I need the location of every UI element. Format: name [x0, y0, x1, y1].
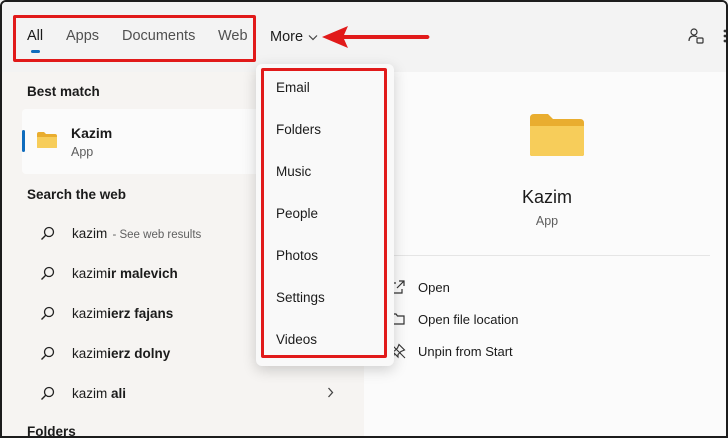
preview-title: Kazim — [521, 187, 572, 207]
filter-bar: All Apps Documents Web More — [2, 2, 726, 72]
annotation-box-tabs — [13, 15, 256, 62]
section-search-web: Search the web — [27, 187, 127, 202]
web-result-text: kazimierz fajans — [72, 305, 174, 321]
menu-item-email[interactable]: Email — [276, 80, 310, 95]
search-icon — [41, 306, 55, 320]
unpin-action[interactable]: Unpin from Start — [390, 343, 513, 359]
chevron-down-icon — [308, 34, 318, 40]
web-result-text: kazim - See web results — [72, 225, 202, 241]
folder-icon — [37, 132, 57, 148]
web-result-text: kazimir malevich — [72, 265, 178, 281]
best-match-title: Kazim — [71, 125, 113, 141]
web-result[interactable]: kazim ali — [22, 375, 362, 411]
open-label: Open — [418, 279, 450, 295]
menu-item-people[interactable]: People — [276, 206, 318, 221]
search-icon — [41, 266, 55, 280]
open-action[interactable]: Open — [390, 279, 450, 295]
menu-item-folders[interactable]: Folders — [276, 122, 321, 137]
menu-item-videos[interactable]: Videos — [276, 332, 317, 347]
search-icon — [41, 386, 55, 400]
best-match-subtitle: App — [71, 145, 94, 159]
search-icon — [41, 226, 55, 240]
menu-item-music[interactable]: Music — [276, 164, 311, 179]
open-file-location-label: Open file location — [418, 311, 519, 327]
preview-pane: Kazim App Open Open file location Unpin … — [364, 72, 726, 436]
section-folders: Folders — [27, 424, 76, 438]
more-label: More — [270, 29, 304, 45]
more-options-icon[interactable] — [721, 27, 728, 45]
selection-indicator — [22, 130, 25, 152]
menu-item-settings[interactable]: Settings — [276, 290, 325, 305]
web-result-text: kazim ali — [72, 385, 127, 401]
chevron-right-icon[interactable] — [327, 387, 334, 398]
unpin-label: Unpin from Start — [418, 343, 513, 359]
open-file-location-action[interactable]: Open file location — [390, 311, 518, 327]
preview-subtitle: App — [535, 214, 559, 228]
menu-item-photos[interactable]: Photos — [276, 248, 318, 263]
search-icon — [41, 346, 55, 360]
section-best-match: Best match — [27, 84, 100, 99]
folder-icon — [530, 114, 584, 156]
web-result-text: kazimierz dolny — [72, 345, 171, 361]
divider — [384, 255, 710, 256]
account-switch-icon[interactable] — [687, 27, 705, 45]
more-dropdown-button[interactable]: More — [270, 29, 318, 45]
annotation-arrow — [322, 26, 430, 48]
search-window: All Apps Documents Web More Best match K… — [0, 0, 728, 438]
